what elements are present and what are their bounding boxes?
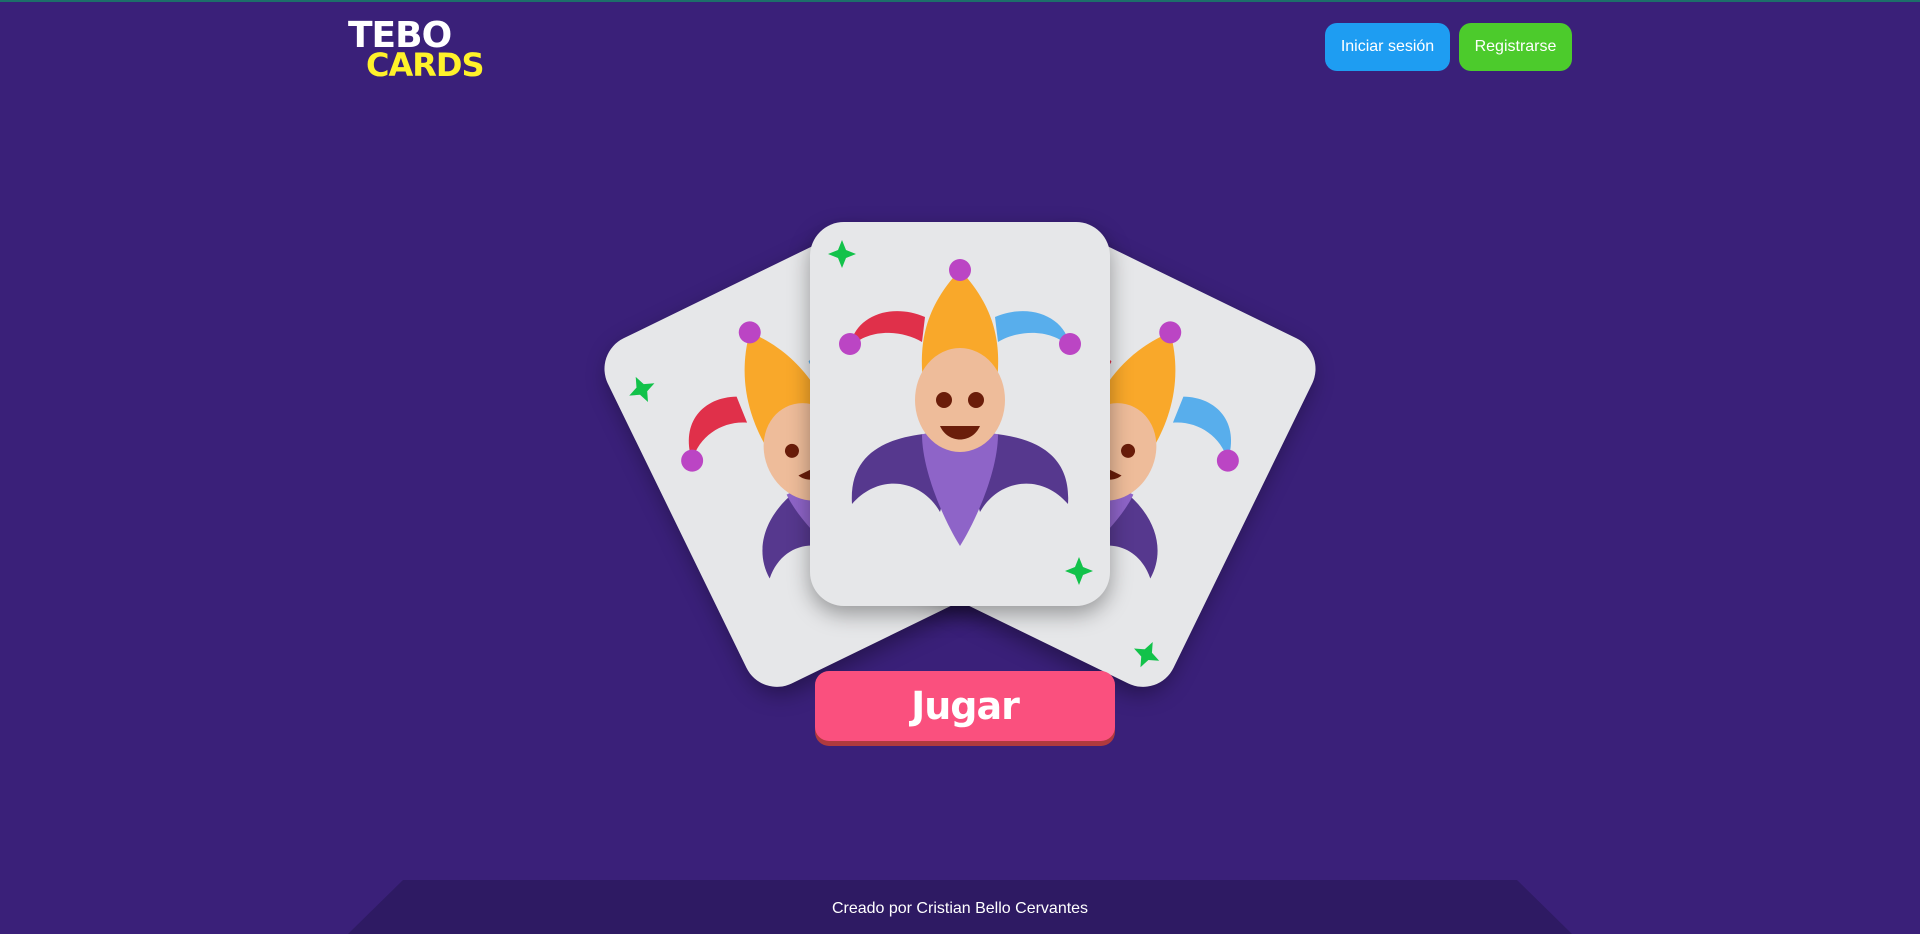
- login-button[interactable]: Iniciar sesión: [1325, 23, 1450, 71]
- footer-credit: Creado por Cristian Bello Cervantes: [831, 900, 1089, 917]
- sparkle-icon: [1134, 642, 1160, 668]
- footer: Creado por Cristian Bello Cervantes: [348, 880, 1572, 934]
- sparkle-icon: [1065, 557, 1093, 585]
- joker-face: [839, 259, 1081, 546]
- joker-icon: [828, 240, 1093, 585]
- sparkle-icon: [629, 376, 655, 403]
- logo-line-2: CARDS: [366, 46, 484, 84]
- card-joker-center: [810, 222, 1110, 606]
- logo[interactable]: TEBO CARDS: [348, 17, 488, 84]
- register-button[interactable]: Registrarse: [1459, 23, 1572, 71]
- sparkle-icon: [828, 240, 856, 268]
- play-button[interactable]: Jugar: [815, 671, 1115, 741]
- top-accent-line: [0, 0, 1920, 2]
